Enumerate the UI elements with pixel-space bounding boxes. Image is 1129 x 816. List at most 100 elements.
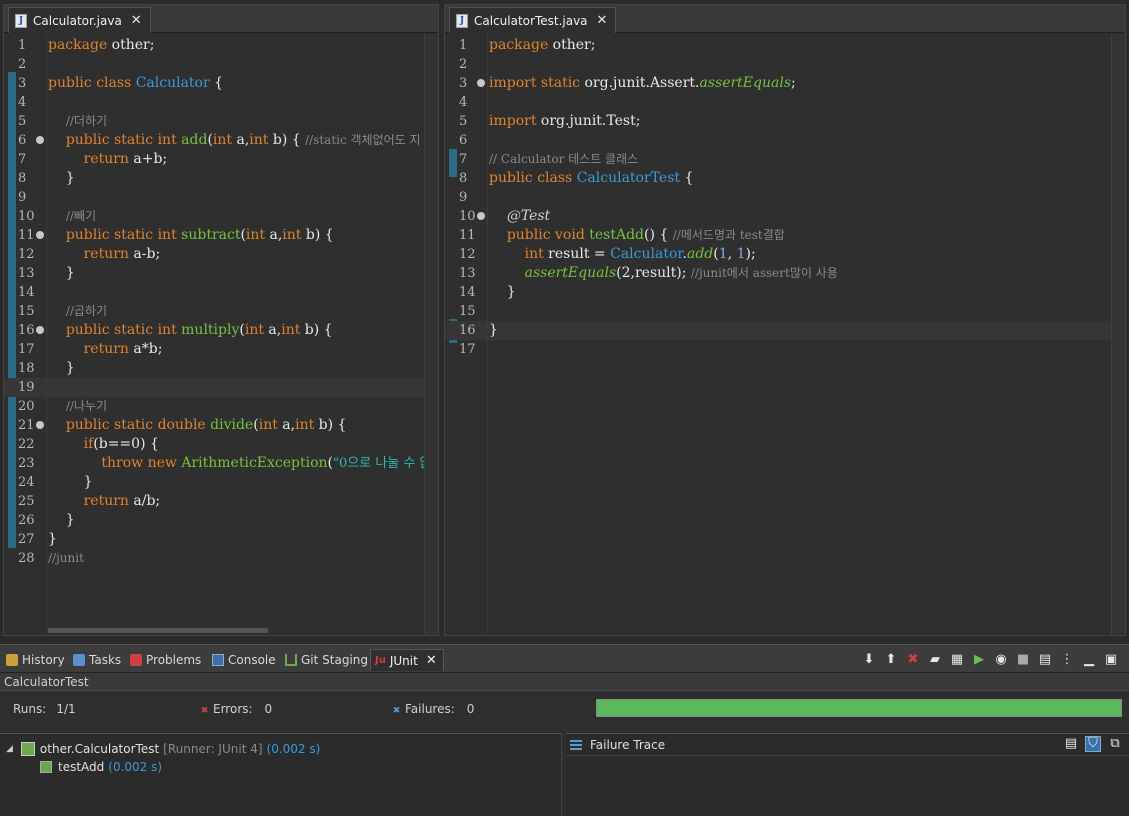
code-area[interactable]: 1 package other; 2 3 public class Calculator… (4, 34, 438, 635)
code-line[interactable]: 5 import org.junit.Test; (445, 112, 1125, 131)
stop-icon[interactable]: ■ (1015, 651, 1031, 667)
code-line[interactable]: 23 throw new ArithmeticException("0으로 나눌… (4, 454, 438, 473)
code-line[interactable]: 14 } (445, 283, 1125, 302)
tab-console[interactable]: Console (212, 649, 276, 671)
code-line[interactable]: 19 (4, 378, 438, 397)
code-line[interactable]: 2 (4, 55, 438, 74)
code-line[interactable]: 20 //나누기 (4, 397, 438, 416)
tab-junit[interactable]: Ju JUnit ✕ (370, 649, 444, 671)
history-dropdown-icon[interactable]: ▤ (1037, 651, 1053, 667)
test-progress-bar (596, 699, 1122, 717)
code-line[interactable]: 12 int result = Calculator.add(1, 1); (445, 245, 1125, 264)
test-row[interactable]: testAdd (0.002 s) (40, 758, 162, 776)
code-line[interactable]: 16} (445, 321, 1125, 340)
tab-label: Problems (146, 653, 202, 667)
code-line[interactable]: 6 public static int add(int a,int b) { /… (4, 131, 438, 150)
line-number: 7 (18, 152, 27, 167)
vertical-scrollbar[interactable] (1111, 34, 1125, 635)
tab-history[interactable]: History (6, 649, 65, 671)
code-line[interactable]: 7 // Calculator 테스트 클래스 (445, 150, 1125, 169)
code-line[interactable]: 16 public static int multiply(int a,int … (4, 321, 438, 340)
code-text: public static int multiply(int a,int b) … (65, 322, 333, 338)
close-icon[interactable]: ✕ (131, 13, 142, 28)
code-line[interactable]: 22 if(b==0) { (4, 435, 438, 454)
code-line[interactable]: 4 (4, 93, 438, 112)
tab-tasks[interactable]: Tasks (73, 649, 121, 671)
code-line[interactable]: 25 return a/b; (4, 492, 438, 511)
code-line[interactable]: 27} (4, 530, 438, 549)
show-failures-only-icon[interactable]: ✖ (905, 651, 921, 667)
code-line[interactable]: 13 assertEquals(2,result); //junit에서 ass… (445, 264, 1125, 283)
code-line[interactable]: 11 public static int subtract(int a,int … (4, 226, 438, 245)
code-text: public static int subtract(int a,int b) … (65, 227, 334, 243)
code-text: import static org.junit.Assert.assertEqu… (489, 75, 796, 91)
code-line[interactable]: 17 (445, 340, 1125, 359)
tasks-icon (73, 654, 85, 666)
minimize-icon[interactable]: ▁ (1081, 651, 1097, 667)
test-run-history-icon[interactable]: ▦ (949, 651, 965, 667)
fold-toggle-icon[interactable] (36, 326, 44, 334)
rerun-test-icon[interactable]: ▶ (971, 651, 987, 667)
fold-toggle-icon[interactable] (36, 231, 44, 239)
code-line[interactable]: 3 public class Calculator { (4, 74, 438, 93)
fold-toggle-icon[interactable] (477, 79, 485, 87)
tab-calculator-test-java[interactable]: J CalculatorTest.java ✕ (449, 7, 617, 33)
code-line[interactable]: 9 (445, 188, 1125, 207)
code-line[interactable]: 10 //빼기 (4, 207, 438, 226)
code-line[interactable]: 24 } (4, 473, 438, 492)
code-line[interactable]: 28 //junit (4, 549, 438, 568)
horizontal-scrollbar[interactable] (48, 628, 268, 633)
code-line[interactable]: 14 (4, 283, 438, 302)
code-line[interactable]: 12 return a-b; (4, 245, 438, 264)
code-line[interactable]: 18 } (4, 359, 438, 378)
errors-label: Errors: (213, 702, 253, 716)
collapse-triangle-icon[interactable]: ◢ (6, 740, 13, 758)
code-text: } (48, 360, 75, 376)
code-line[interactable]: 2 (445, 55, 1125, 74)
code-line[interactable]: 10 @Test (445, 207, 1125, 226)
fold-toggle-icon[interactable] (36, 136, 44, 144)
code-line[interactable]: 15 //곱하기 (4, 302, 438, 321)
fold-toggle-icon[interactable] (477, 212, 485, 220)
code-line[interactable]: 11 public void testAdd() { //메서드명과 test결… (445, 226, 1125, 245)
code-line[interactable]: 3 import static org.junit.Assert.assertEq… (445, 74, 1125, 93)
code-line[interactable]: 4 (445, 93, 1125, 112)
next-failure-icon[interactable]: ⬇ (861, 651, 877, 667)
filter-stack-trace-icon[interactable]: ⛉ (1085, 736, 1101, 752)
vertical-scrollbar[interactable] (424, 34, 438, 635)
previous-failure-icon[interactable]: ⬆ (883, 651, 899, 667)
code-line[interactable]: 17 return a*b; (4, 340, 438, 359)
line-number: 6 (459, 133, 468, 148)
tab-label: Calculator.java (33, 13, 122, 28)
close-icon[interactable]: ✕ (426, 653, 437, 668)
tab-problems[interactable]: Problems (130, 649, 201, 671)
code-line[interactable]: 5 //더하기 (4, 112, 438, 131)
scroll-lock-icon[interactable]: ▰ (927, 651, 943, 667)
code-line[interactable]: 1 package other; (445, 36, 1125, 55)
code-text: //나누기 (65, 399, 108, 413)
code-line[interactable]: 15 (445, 302, 1125, 321)
code-line[interactable]: 26 } (4, 511, 438, 530)
code-line[interactable]: 1 package other; (4, 36, 438, 55)
compare-result-icon[interactable]: ▤ (1063, 736, 1079, 752)
tab-calculator-java[interactable]: J Calculator.java ✕ (8, 7, 151, 33)
code-line[interactable]: 21 public static double divide(int a,int… (4, 416, 438, 435)
code-line[interactable]: 9 (4, 188, 438, 207)
fold-toggle-icon[interactable] (36, 421, 44, 429)
code-line[interactable]: 6 (445, 131, 1125, 150)
code-line[interactable]: 8 } (4, 169, 438, 188)
suite-row[interactable]: ◢ other.CalculatorTest [Runner: JUnit 4]… (6, 740, 320, 758)
maximize-icon[interactable]: ▣ (1103, 651, 1119, 667)
close-icon[interactable]: ✕ (597, 13, 608, 28)
tab-git-staging[interactable]: Git Staging (285, 649, 368, 671)
code-text: //junit (48, 551, 84, 565)
code-line[interactable]: 8 public class CalculatorTest { (445, 169, 1125, 188)
line-number: 4 (18, 95, 27, 110)
code-area[interactable]: 1 package other; 2 3 import static org.junit… (445, 34, 1125, 635)
code-line[interactable]: 13 } (4, 264, 438, 283)
rerun-failed-first-icon[interactable]: ◉ (993, 651, 1009, 667)
breadcrumb: CalculatorTest (0, 673, 1129, 691)
code-line[interactable]: 7 return a+b; (4, 150, 438, 169)
copy-trace-icon[interactable]: ⧉ (1107, 736, 1123, 752)
view-menu-icon[interactable]: ⋮ (1059, 651, 1075, 667)
